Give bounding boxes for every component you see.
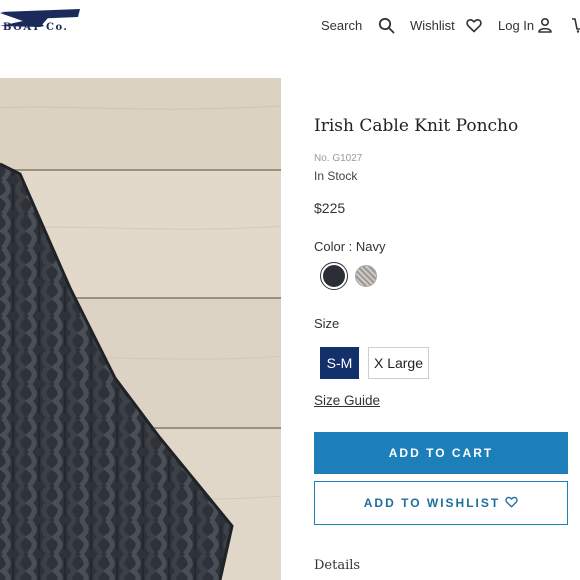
add-to-cart-label: ADD TO CART: [388, 446, 494, 460]
size-option-s-m[interactable]: S-M: [320, 347, 359, 379]
product-title: Irish Cable Knit Poncho: [314, 116, 519, 136]
login-label: Log In: [498, 17, 535, 33]
product-price: $225: [314, 200, 346, 216]
size-guide-link[interactable]: Size Guide: [314, 393, 380, 408]
logo-text: BOAT Co.: [3, 22, 69, 33]
login-link[interactable]: Log In: [498, 14, 534, 36]
color-label: Color : Navy: [314, 239, 386, 254]
search-link[interactable]: Search: [321, 14, 362, 36]
add-to-wishlist-button[interactable]: ADD TO WISHLIST: [314, 481, 568, 525]
product-image[interactable]: [0, 78, 281, 580]
heart-icon[interactable]: [466, 14, 482, 36]
size-option-x-large[interactable]: X Large: [368, 347, 429, 379]
heart-outline-icon: [505, 496, 518, 511]
details-heading[interactable]: Details: [314, 558, 360, 573]
search-icon[interactable]: [378, 14, 395, 36]
product-photo: [0, 78, 281, 580]
add-to-wishlist-label: ADD TO WISHLIST: [363, 496, 501, 510]
add-to-cart-button[interactable]: ADD TO CART: [314, 432, 568, 474]
size-label: Size: [314, 316, 340, 331]
wishlist-label: Wishlist: [410, 17, 455, 33]
color-swatch-navy[interactable]: [323, 265, 345, 287]
search-label: Search: [321, 17, 363, 33]
cart-icon[interactable]: [571, 14, 580, 36]
wishlist-link[interactable]: Wishlist: [410, 14, 455, 36]
user-icon[interactable]: [537, 14, 553, 36]
color-swatch-grey[interactable]: [355, 265, 377, 287]
brand-logo[interactable]: BOAT Co.: [0, 0, 90, 50]
stock-status: In Stock: [314, 169, 358, 183]
product-sku: No. G1027: [314, 153, 363, 164]
